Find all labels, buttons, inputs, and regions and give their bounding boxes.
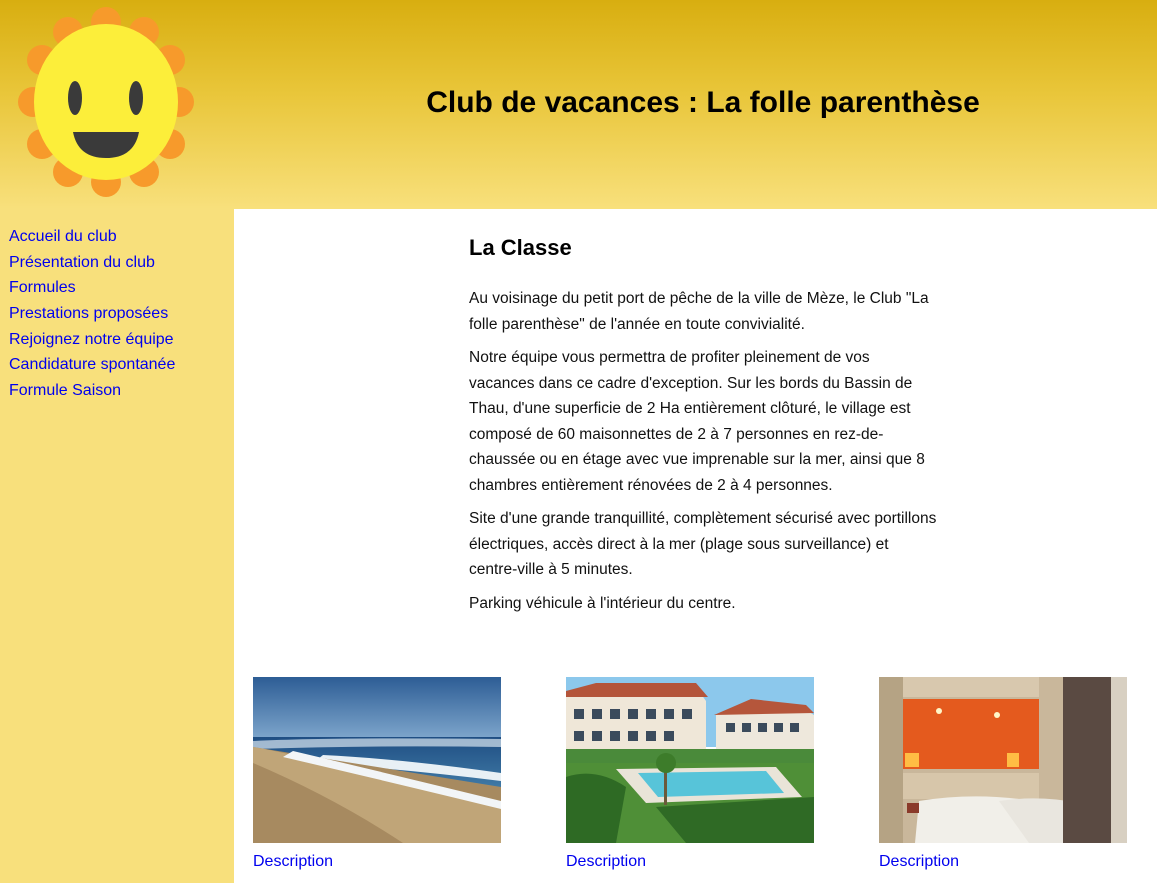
nav-link-accueil[interactable]: Accueil du club	[9, 228, 117, 245]
smiling-sun-icon[interactable]	[16, 6, 196, 198]
main-content: La Classe Au voisinage du petit port de …	[234, 209, 1157, 883]
nav-link-candidature[interactable]: Candidature spontanée	[9, 356, 175, 373]
gallery-item-hotel: Description	[566, 677, 814, 872]
article-paragraph: Au voisinage du petit port de pêche de l…	[469, 290, 929, 333]
bedroom-photo[interactable]	[879, 677, 1127, 843]
nav-link-prestations[interactable]: Prestations proposées	[9, 305, 168, 322]
hotel-pool-photo[interactable]	[566, 677, 814, 843]
sidebar-nav: Accueil du club Présentation du club For…	[0, 209, 234, 883]
nav-item-formules: Formules	[9, 278, 175, 304]
article-paragraph: Notre équipe vous permettra de profiter …	[469, 349, 925, 494]
gallery-item-beach: Description	[253, 677, 501, 872]
page-header: Club de vacances : La folle parenthèse	[0, 0, 1157, 209]
nav-item-presentation: Présentation du club	[9, 253, 175, 279]
nav-item-accueil: Accueil du club	[9, 227, 175, 253]
article: La Classe Au voisinage du petit port de …	[469, 233, 939, 624]
nav-link-formule-saison[interactable]: Formule Saison	[9, 382, 121, 399]
gallery-caption-link[interactable]: Description	[566, 852, 814, 872]
nav-item-candidature: Candidature spontanée	[9, 355, 175, 381]
nav-link-formules[interactable]: Formules	[9, 279, 76, 296]
article-paragraph: Site d'une grande tranquillité, complète…	[469, 510, 937, 578]
nav-item-formule-saison: Formule Saison	[9, 381, 175, 407]
gallery-item-bedroom: Description	[879, 677, 1127, 872]
gallery-caption-link[interactable]: Description	[253, 852, 501, 872]
article-heading: La Classe	[469, 235, 572, 260]
nav-link-presentation[interactable]: Présentation du club	[9, 254, 155, 271]
nav-link-rejoignez[interactable]: Rejoignez notre équipe	[9, 331, 174, 348]
nav-item-prestations: Prestations proposées	[9, 304, 175, 330]
site-title: Club de vacances : La folle parenthèse	[426, 86, 980, 119]
gallery-caption-link[interactable]: Description	[879, 852, 1127, 872]
beach-photo[interactable]	[253, 677, 501, 843]
nav-item-rejoignez: Rejoignez notre équipe	[9, 330, 175, 356]
article-paragraph: Parking véhicule à l'intérieur du centre…	[469, 594, 736, 612]
